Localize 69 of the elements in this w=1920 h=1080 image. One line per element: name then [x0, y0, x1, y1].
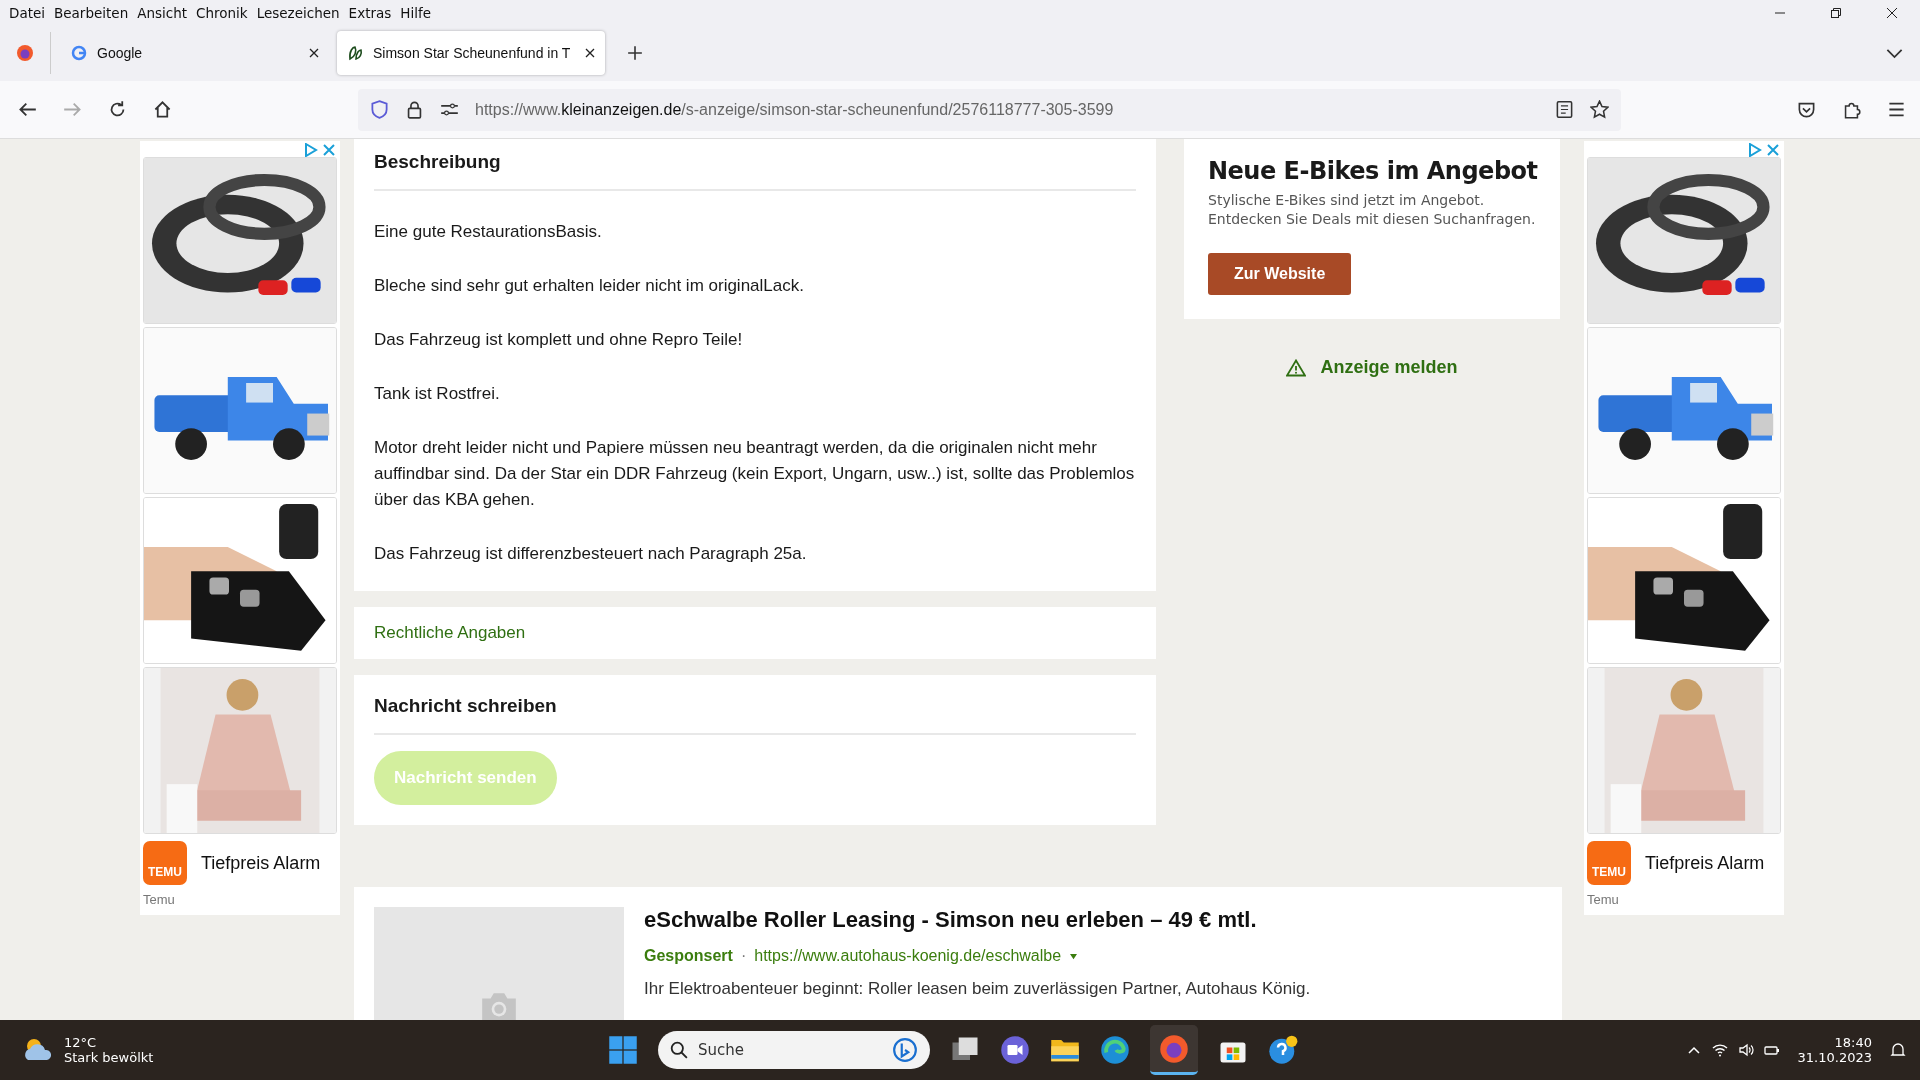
- weather-text: Stark bewölkt: [64, 1050, 154, 1065]
- menu-item[interactable]: Hilfe: [397, 4, 437, 21]
- url-text: https://www.kleinanzeigen.de/s-anzeige/simson-star-scheunenfund/2576118777-305-3599: [475, 100, 1114, 119]
- permissions-icon[interactable]: [440, 100, 459, 119]
- browser-tab[interactable]: Simson Star Scheunenfund in T: [337, 31, 605, 75]
- browser-tab[interactable]: Google: [61, 31, 329, 75]
- speaker-icon[interactable]: [1737, 1042, 1754, 1058]
- start-icon[interactable]: [608, 1035, 638, 1065]
- wifi-icon[interactable]: [1711, 1042, 1728, 1058]
- dropdown-icon[interactable]: [1069, 952, 1079, 960]
- browser-logo-icon[interactable]: [15, 43, 35, 63]
- search-field[interactable]: Suche: [658, 1031, 930, 1069]
- sponsored-text: Ihr Elektroabenteuer beginnt: Roller leasen beim zuverlässigen Partner, Autohaus König.: [644, 979, 1311, 999]
- browser-logo-icon: [1159, 1033, 1189, 1064]
- description-paragraph: Eine gute RestaurationsBasis.: [374, 221, 603, 243]
- legal-info-link[interactable]: Rechtliche Angaben: [374, 623, 1136, 643]
- notification-icon[interactable]: [1890, 1042, 1906, 1058]
- help-icon[interactable]: [1268, 1035, 1298, 1065]
- menu-item[interactable]: Extras: [345, 4, 398, 21]
- star-icon[interactable]: [1590, 100, 1609, 119]
- puzzle-icon[interactable]: [1842, 100, 1861, 119]
- sponsored-url-link[interactable]: https://www.autohaus-koenig.de/eschwalbe: [754, 947, 1062, 965]
- advertiser-name: Temu: [143, 892, 176, 909]
- description-paragraph: Tank ist Rostfrei.: [374, 383, 501, 405]
- new-tab-icon[interactable]: [627, 45, 643, 61]
- menu-item[interactable]: Datei: [6, 4, 52, 21]
- description-paragraph: Das Fahrzeug ist komplett und ohne Repro Teile!: [374, 329, 744, 351]
- description-paragraph: Motor dreht leider nicht und Papiere müssen neu beantragt werden, da die originalen nicht mehr auffindbar sind. Da der Star ein DDR Fahrzeug (kein Export, Ungarn, usw..) ist, sollte das Problemlos über das KBA gehen.: [374, 437, 1136, 511]
- menu-item[interactable]: Bearbeiten: [51, 4, 135, 21]
- warning-icon: [1286, 358, 1307, 377]
- close-icon[interactable]: [585, 48, 595, 58]
- section-heading: Beschreibung: [374, 151, 502, 174]
- separator: ·: [740, 947, 747, 965]
- advertiser-name: Temu: [1587, 892, 1620, 909]
- report-ad-link[interactable]: Anzeige melden: [1286, 357, 1458, 378]
- menu-item[interactable]: Lesezeichen: [253, 4, 346, 21]
- description-paragraph: Das Fahrzeug ist differenzbesteuert nach Paragraph 25a.: [374, 543, 808, 565]
- leaf-icon: [347, 45, 363, 61]
- bing-icon[interactable]: [892, 1037, 918, 1063]
- website-button[interactable]: Zur Website: [1208, 253, 1352, 295]
- menu-item[interactable]: Ansicht: [134, 4, 194, 21]
- ad-choices-icon[interactable]: [304, 143, 318, 157]
- home-icon[interactable]: [153, 100, 172, 119]
- search-icon: [670, 1041, 688, 1059]
- menu-item[interactable]: Chronik: [193, 4, 254, 21]
- close-icon[interactable]: [1886, 6, 1898, 19]
- google-icon: [71, 45, 87, 61]
- restore-icon[interactable]: [1830, 6, 1842, 19]
- shield-icon[interactable]: [370, 100, 389, 119]
- video-call-icon[interactable]: [1000, 1035, 1030, 1065]
- address-bar[interactable]: https://www.kleinanzeigen.de/s-anzeige/simson-star-scheunenfund/2576118777-305-3599: [358, 88, 1621, 131]
- ad-title[interactable]: Tiefpreis Alarm: [1645, 852, 1765, 874]
- lock-icon[interactable]: [405, 100, 424, 119]
- reader-view-icon[interactable]: [1555, 100, 1574, 119]
- temperature: 12°C: [64, 1035, 98, 1050]
- ad-title[interactable]: Neue E-Bikes im Angebot: [1208, 157, 1536, 185]
- pocket-icon[interactable]: [1797, 100, 1816, 119]
- menu-icon[interactable]: [1887, 100, 1906, 119]
- close-icon[interactable]: [309, 48, 319, 58]
- sponsored-label: Gesponsert: [644, 947, 733, 965]
- back-icon[interactable]: [18, 100, 37, 119]
- section-heading: Nachricht schreiben: [374, 695, 558, 718]
- ad-title[interactable]: Tiefpreis Alarm: [201, 852, 321, 874]
- ad-choices-icon[interactable]: [1748, 143, 1762, 157]
- reload-icon[interactable]: [108, 100, 127, 119]
- description-paragraph: Bleche sind sehr gut erhalten leider nicht im originalLack.: [374, 275, 805, 297]
- ad-text: Stylische E-Bikes sind jetzt im Angebot. Entdecken Sie Deals mit diesen Suchanfragen.: [1208, 191, 1536, 229]
- sponsored-title[interactable]: eSchwalbe Roller Leasing - Simson neu erleben – 49 € mtl.: [644, 907, 1311, 933]
- clock[interactable]: 18:40 31.10.2023: [1797, 1035, 1872, 1065]
